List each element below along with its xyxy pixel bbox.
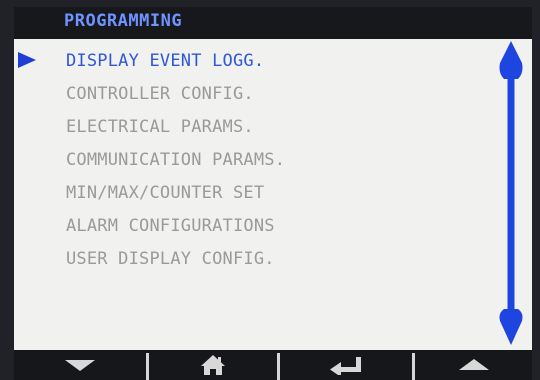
arrow-up-icon bbox=[458, 359, 489, 370]
enter-icon bbox=[330, 357, 361, 375]
up-button[interactable] bbox=[415, 350, 532, 380]
menu-screen: DISPLAY EVENT LOGG. CONTROLLER CONFIG. E… bbox=[14, 39, 532, 350]
title-bar: PROGRAMMING bbox=[14, 7, 532, 39]
selection-cursor-icon bbox=[18, 52, 36, 68]
scroll-up-arrow-icon[interactable] bbox=[499, 41, 523, 79]
home-button[interactable] bbox=[149, 350, 277, 380]
menu-list: DISPLAY EVENT LOGG. CONTROLLER CONFIG. E… bbox=[14, 39, 484, 350]
home-icon bbox=[201, 355, 225, 375]
scrollbar[interactable] bbox=[491, 39, 531, 350]
menu-item-user-display-config[interactable]: USER DISPLAY CONFIG. bbox=[66, 245, 275, 273]
arrow-down-icon bbox=[65, 360, 95, 371]
menu-item-min-max-counter-set[interactable]: MIN/MAX/COUNTER SET bbox=[66, 179, 264, 207]
soft-key-bar bbox=[14, 350, 532, 380]
menu-item-electrical-params[interactable]: ELECTRICAL PARAMS. bbox=[66, 113, 254, 141]
menu-item-alarm-configurations[interactable]: ALARM CONFIGURATIONS bbox=[66, 212, 275, 240]
scroll-down-arrow-icon[interactable] bbox=[499, 309, 523, 345]
down-button[interactable] bbox=[14, 350, 146, 380]
page-title: PROGRAMMING bbox=[64, 11, 183, 31]
menu-item-communication-params[interactable]: COMMUNICATION PARAMS. bbox=[66, 146, 285, 174]
menu-item-display-event-logg[interactable]: DISPLAY EVENT LOGG. bbox=[66, 47, 264, 75]
scroll-track[interactable] bbox=[507, 79, 515, 314]
enter-button[interactable] bbox=[280, 350, 412, 380]
menu-item-controller-config[interactable]: CONTROLLER CONFIG. bbox=[66, 80, 254, 108]
